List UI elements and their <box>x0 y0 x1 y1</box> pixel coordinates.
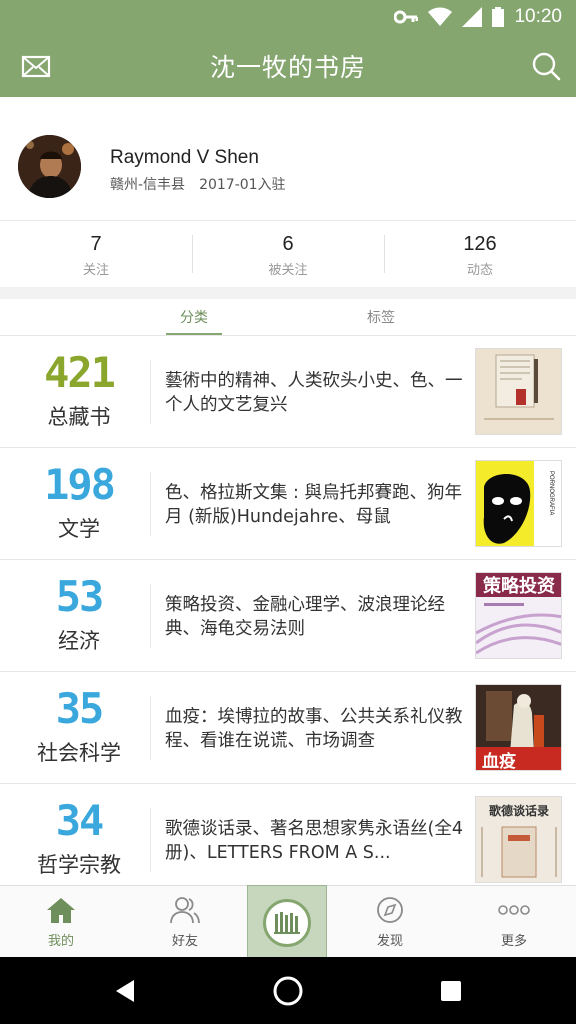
category-count: 35 <box>55 684 105 733</box>
divider <box>150 808 151 872</box>
category-books: 血疫：埃博拉的故事、公共关系礼仪教程、看谁在说谎、市场调查 <box>165 707 463 751</box>
nav-item-friends[interactable]: 好友 <box>140 894 230 949</box>
battery-icon <box>492 7 505 27</box>
book-cover[interactable]: 策略投资 <box>475 572 562 659</box>
category-row-philosophy[interactable]: 34 哲学宗教 歌德谈话录、著名思想家隽永语丝(全4册)、LETTERS FRO… <box>0 784 576 896</box>
category-books: 藝術中的精神、人类砍头小史、色、一个人的文艺复兴 <box>165 371 463 415</box>
tab-indicator <box>166 333 222 335</box>
book-cover[interactable]: PORNOGRAFIA <box>475 460 562 547</box>
profile-name: Raymond V Shen <box>110 147 259 168</box>
stat-value: 6 <box>282 233 294 255</box>
nav-label: 我的 <box>47 934 74 949</box>
nav-label: 发现 <box>376 934 403 949</box>
category-name: 社会科学 <box>37 741 121 765</box>
cover-title: 策略投资 <box>483 575 555 597</box>
system-nav-bar <box>0 957 576 1024</box>
profile-card[interactable]: Raymond V Shen 赣州-信丰县 2017-01入驻 <box>0 97 576 221</box>
category-name: 哲学宗教 <box>37 853 121 877</box>
stats-bar: 7 关注 6 被关注 126 动态 <box>0 221 576 287</box>
category-row-economics[interactable]: 53 经济 策略投资、金融心理学、波浪理论经典、海龟交易法则 策略投资 <box>0 560 576 672</box>
divider <box>150 472 151 536</box>
tab-tags[interactable]: 标签 <box>353 307 409 327</box>
stat-value: 7 <box>90 233 102 255</box>
nav-item-mine[interactable]: 我的 <box>16 894 106 949</box>
book-cover[interactable]: 血疫 <box>475 684 562 771</box>
tab-bar: 分类 标签 <box>0 299 576 336</box>
category-books: 歌德谈话录、著名思想家隽永语丝(全4册)、LETTERS FROM A S... <box>165 819 463 863</box>
search-icon <box>532 52 561 81</box>
home-icon <box>47 898 75 923</box>
profile-location: 赣州-信丰县 <box>110 177 186 193</box>
category-row-all[interactable]: 421 总藏书 藝術中的精神、人类砍头小史、色、一个人的文艺复兴 <box>0 336 576 448</box>
stat-label: 动态 <box>466 263 493 278</box>
app-bar: 沈一牧的书房 <box>0 34 576 97</box>
signal-icon <box>462 7 483 27</box>
category-row-literature[interactable]: 198 文学 色、格拉斯文集 : 與烏托邦賽跑、狗年月 (新版)Hundejah… <box>0 448 576 560</box>
search-button[interactable] <box>530 50 562 82</box>
nav-label: 好友 <box>171 934 198 949</box>
recents-icon[interactable] <box>440 980 462 1002</box>
key-icon <box>394 10 419 24</box>
category-count: 53 <box>55 572 105 621</box>
friends-icon <box>170 897 200 924</box>
wifi-icon <box>428 7 453 26</box>
more-dots-icon <box>498 905 530 915</box>
category-books: 色、格拉斯文集 : 與烏托邦賽跑、狗年月 (新版)Hundejahre、母鼠 <box>165 483 463 527</box>
category-count: 421 <box>44 348 116 397</box>
category-name: 总藏书 <box>47 405 111 429</box>
stat-followers[interactable]: 6 被关注 <box>192 221 384 287</box>
bookshelf-icon <box>274 912 300 934</box>
stat-following[interactable]: 7 关注 <box>0 221 192 287</box>
stat-label: 被关注 <box>268 263 308 278</box>
nav-item-more[interactable]: 更多 <box>469 894 559 949</box>
home-circle-icon[interactable] <box>272 975 304 1007</box>
category-list: 421 总藏书 藝術中的精神、人类砍头小史、色、一个人的文艺复兴 198 文学 … <box>0 336 576 896</box>
section-divider <box>0 287 576 299</box>
profile-meta: 赣州-信丰县 2017-01入驻 <box>110 174 286 194</box>
profile-joined: 2017-01入驻 <box>199 177 286 193</box>
status-time: 10:20 <box>514 6 562 27</box>
divider <box>150 696 151 760</box>
tab-category[interactable]: 分类 <box>166 307 222 327</box>
page-title: 沈一牧的书房 <box>209 53 366 82</box>
cover-title: 血疫 <box>482 751 516 771</box>
stat-activity[interactable]: 126 动态 <box>384 221 576 287</box>
category-books: 策略投资、金融心理学、波浪理论经典、海龟交易法则 <box>165 595 445 639</box>
bookshelf-button[interactable] <box>247 885 327 957</box>
divider <box>150 584 151 648</box>
category-name: 经济 <box>58 629 100 653</box>
avatar[interactable] <box>18 135 81 198</box>
status-bar: 10:20 <box>0 0 576 34</box>
category-name: 文学 <box>58 517 100 541</box>
cover-text: PORNOGRAFIA <box>548 471 554 515</box>
nav-label: 更多 <box>500 934 527 949</box>
category-row-social-science[interactable]: 35 社会科学 血疫：埃博拉的故事、公共关系礼仪教程、看谁在说谎、市场调查 血疫 <box>0 672 576 784</box>
nav-item-discover[interactable]: 发现 <box>345 894 435 949</box>
book-cover[interactable]: 歌德谈话录 <box>475 796 562 883</box>
stat-label: 关注 <box>82 263 109 278</box>
stat-value: 126 <box>463 233 497 255</box>
cover-title: 歌德谈话录 <box>489 803 549 818</box>
category-count: 34 <box>55 796 105 845</box>
divider <box>150 360 151 424</box>
category-count: 198 <box>44 460 116 509</box>
compass-icon <box>377 897 403 923</box>
back-icon[interactable] <box>114 979 136 1003</box>
book-cover[interactable] <box>475 348 562 435</box>
